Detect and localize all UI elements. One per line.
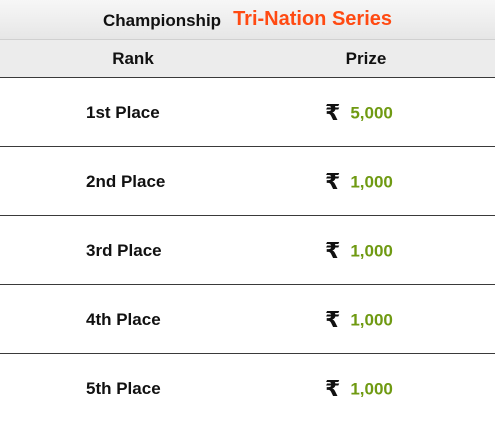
rank-label: 3rd Place: [86, 241, 162, 260]
prize-cell: ₹1,000: [325, 285, 393, 354]
prize-cell: ₹1,000: [325, 147, 393, 216]
rank-label: 1st Place: [86, 103, 160, 122]
rupee-icon: ₹: [325, 238, 341, 264]
table-row: 2nd Place ₹1,000: [0, 147, 495, 216]
rank-label: 2nd Place: [86, 172, 166, 191]
championship-name: Tri-Nation Series: [233, 8, 392, 30]
rupee-icon: ₹: [325, 169, 341, 195]
prize-amount: 1,000: [350, 172, 393, 192]
prize-amount: 1,000: [350, 379, 393, 399]
prize-amount: 1,000: [350, 241, 393, 261]
table-body: 1st Place ₹5,000 2nd Place ₹1,000 3rd Pl…: [0, 78, 495, 423]
column-header-rank: Rank: [112, 49, 154, 68]
prize-amount: 5,000: [350, 103, 393, 123]
table-row: 3rd Place ₹1,000: [0, 216, 495, 285]
prize-cell: ₹1,000: [325, 216, 393, 285]
rupee-icon: ₹: [325, 100, 341, 126]
table-header: Rank Prize: [0, 40, 495, 78]
prize-amount: 1,000: [350, 310, 393, 330]
title-label: Championship: [103, 10, 222, 30]
table-row: 5th Place ₹1,000: [0, 354, 495, 423]
rank-label: 5th Place: [86, 379, 161, 398]
prize-cell: ₹5,000: [325, 78, 393, 147]
prize-table-panel: Championship Tri-Nation Series Rank Priz…: [0, 0, 495, 426]
table-row: 1st Place ₹5,000: [0, 78, 495, 147]
prize-cell: ₹1,000: [325, 354, 393, 423]
table-row: 4th Place ₹1,000: [0, 285, 495, 354]
rupee-icon: ₹: [325, 307, 341, 333]
rank-label: 4th Place: [86, 310, 161, 329]
rupee-icon: ₹: [325, 376, 341, 402]
column-header-prize: Prize: [345, 49, 387, 68]
title-bar: Championship Tri-Nation Series: [0, 0, 495, 40]
